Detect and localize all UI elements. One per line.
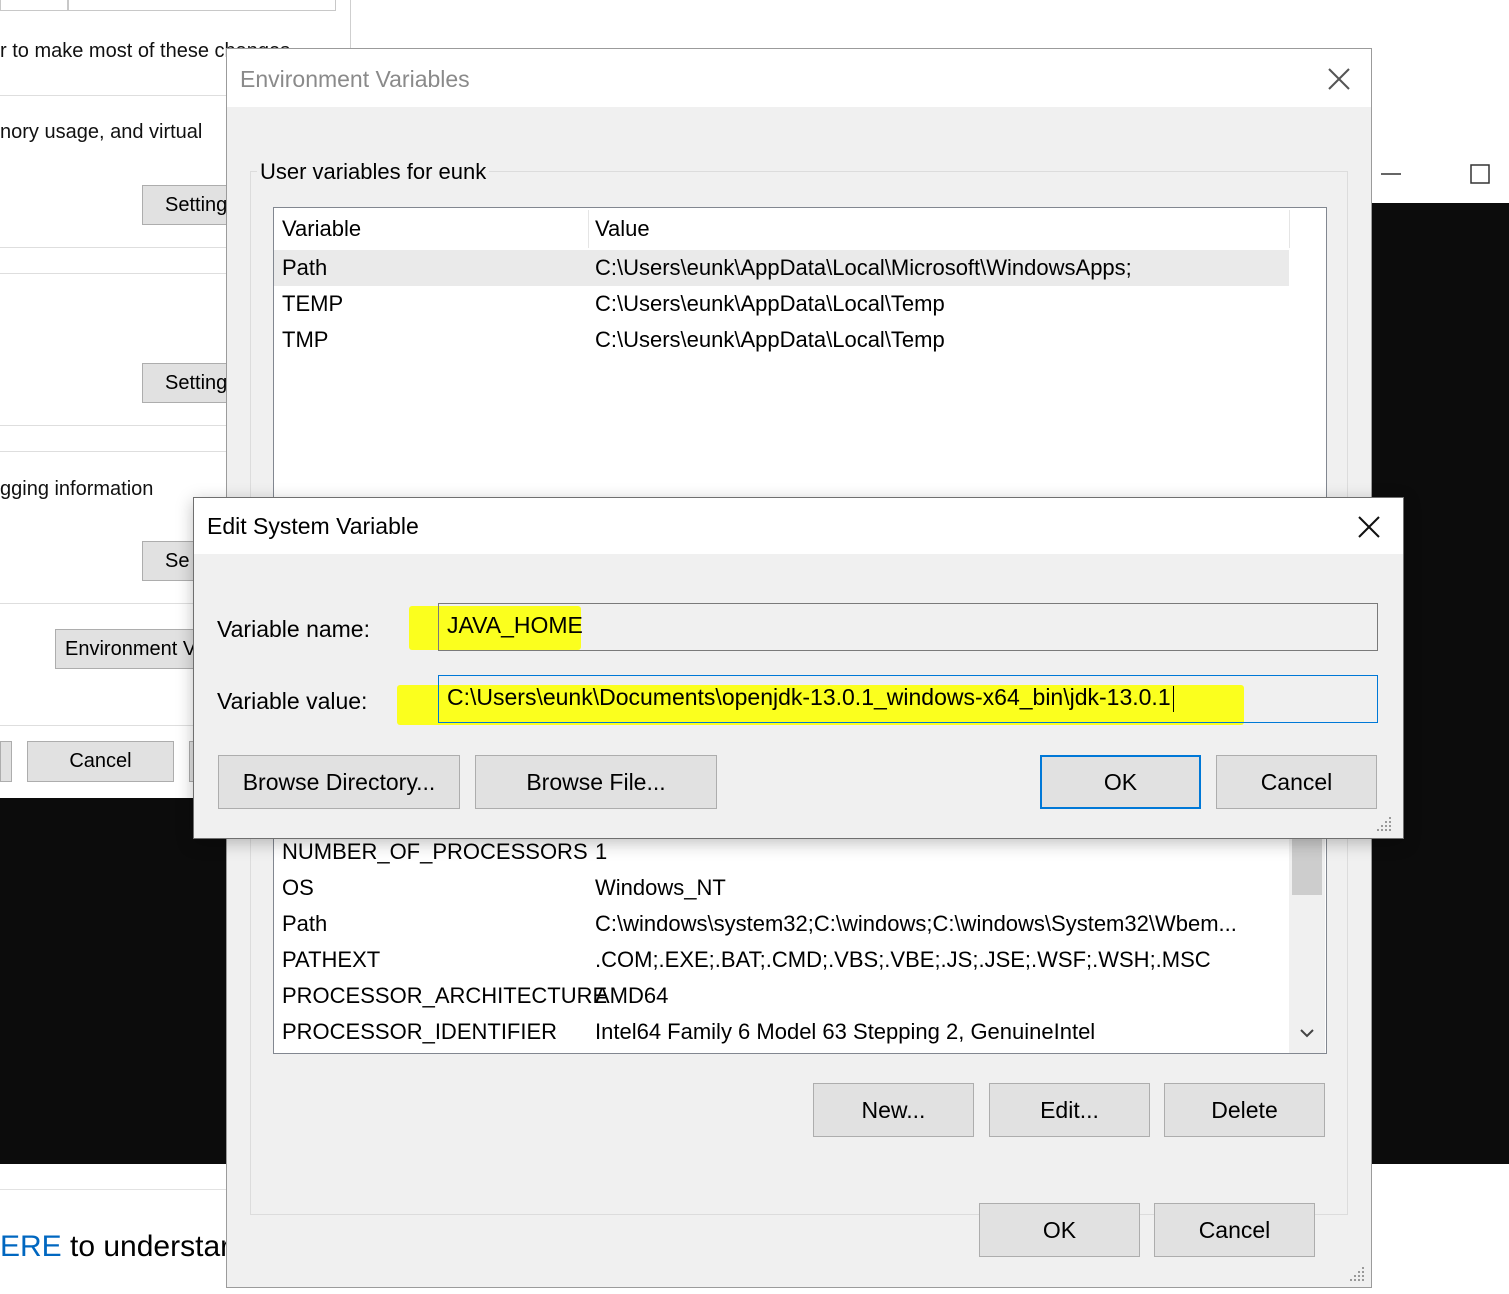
edit-ok-button[interactable]: OK xyxy=(1040,755,1201,809)
column-header-value[interactable]: Value xyxy=(595,216,650,242)
bg-text-line: nory usage, and virtual xyxy=(0,121,203,143)
resize-grip-icon[interactable] xyxy=(1347,1264,1367,1284)
table-row[interactable]: TEMP C:\Users\eunk\AppData\Local\Temp xyxy=(274,286,1289,322)
variable-value-value: C:\Users\eunk\Documents\openjdk-13.0.1_w… xyxy=(447,684,1171,710)
variable-name-cell: TEMP xyxy=(282,291,344,316)
browse-file-button[interactable]: Browse File... xyxy=(475,755,717,809)
variable-value-cell: Windows_NT xyxy=(595,875,726,900)
resize-grip-icon[interactable] xyxy=(1374,814,1394,834)
bottom-page-strip: ERE to understar xyxy=(0,1164,230,1294)
variable-name-cell: TMP xyxy=(282,327,329,352)
variable-name-label: Variable name: xyxy=(217,616,370,642)
variable-value-cell: AMD64 xyxy=(595,983,669,1008)
bg-tab-right[interactable] xyxy=(68,0,336,11)
variable-name-cell: Path xyxy=(282,255,328,280)
column-separator[interactable] xyxy=(588,210,589,248)
edit-system-variable-dialog: Edit System Variable Variable name: Vari… xyxy=(193,497,1404,839)
variable-value-cell: C:\windows\system32;C:\windows;C:\window… xyxy=(595,911,1237,936)
new-system-variable-button[interactable]: New... xyxy=(813,1083,974,1137)
bg-ok-button[interactable] xyxy=(0,741,12,782)
table-row[interactable]: TMP C:\Users\eunk\AppData\Local\Temp xyxy=(274,322,1289,358)
variable-value-label: Variable value: xyxy=(217,688,368,714)
user-variables-list[interactable]: Variable Value Path C:\Users\eunk\AppDat… xyxy=(273,207,1327,507)
variable-value-cell: C:\Users\eunk\AppData\Local\Temp xyxy=(595,327,945,352)
console-window xyxy=(0,798,228,1164)
variable-value-cell: Intel64 Family 6 Model 63 Stepping 2, Ge… xyxy=(595,1019,1096,1044)
column-separator[interactable] xyxy=(1289,210,1290,248)
table-row[interactable]: OS Windows_NT xyxy=(274,870,1289,906)
variable-value-field[interactable]: C:\Users\eunk\Documents\openjdk-13.0.1_w… xyxy=(438,675,1378,723)
variable-name-cell: Path xyxy=(282,911,328,936)
user-variables-label: User variables for eunk xyxy=(257,159,490,185)
table-row[interactable]: NUMBER_OF_PROCESSORS 1 xyxy=(274,837,1289,870)
edit-cancel-button[interactable]: Cancel xyxy=(1216,755,1377,809)
variable-name-cell: PATHEXT xyxy=(282,947,381,972)
browse-directory-button[interactable]: Browse Directory... xyxy=(218,755,460,809)
vertical-scrollbar[interactable] xyxy=(1289,837,1325,1053)
bg-tab-left[interactable] xyxy=(0,0,68,11)
delete-system-variable-button[interactable]: Delete xyxy=(1164,1083,1325,1137)
variable-name-field[interactable]: JAVA_HOME xyxy=(438,603,1378,651)
variable-value-text: C:\Users\eunk\Documents\openjdk-13.0.1_w… xyxy=(447,684,1174,712)
variable-name-cell: PROCESSOR_IDENTIFIER xyxy=(282,1019,558,1044)
bg-text-line: gging information xyxy=(0,478,154,500)
console-titlebar xyxy=(1372,143,1509,204)
bottom-text-rest: to understar xyxy=(61,1230,231,1263)
chevron-down-icon[interactable] xyxy=(1297,1023,1317,1043)
variable-name-cell: PROCESSOR_ARCHITECTURE xyxy=(282,983,608,1008)
column-header-variable[interactable]: Variable xyxy=(282,216,361,242)
env-titlebar: Environment Variables xyxy=(227,49,1371,107)
table-row[interactable]: PATHEXT .COM;.EXE;.BAT;.CMD;.VBS;.VBE;.J… xyxy=(274,942,1289,978)
close-icon[interactable] xyxy=(1354,512,1384,542)
maximize-icon[interactable] xyxy=(1469,163,1491,185)
edit-dialog-title: Edit System Variable xyxy=(207,513,419,539)
table-row[interactable]: Path C:\Users\eunk\AppData\Local\Microso… xyxy=(274,250,1289,286)
minimize-icon[interactable] xyxy=(1380,163,1402,185)
variable-name-cell: NUMBER_OF_PROCESSORS xyxy=(282,839,588,864)
bg-cancel-button[interactable]: Cancel xyxy=(27,741,174,782)
scrollbar-thumb[interactable] xyxy=(1292,837,1322,895)
env-ok-button[interactable]: OK xyxy=(979,1203,1140,1257)
here-link[interactable]: ERE xyxy=(0,1230,62,1263)
env-window-title: Environment Variables xyxy=(240,66,470,92)
edit-dialog-titlebar: Edit System Variable xyxy=(194,498,1403,554)
system-variables-list[interactable]: NUMBER_OF_PROCESSORS 1 OS Windows_NT Pat… xyxy=(273,836,1327,1054)
list-header: Variable Value xyxy=(274,208,1290,248)
variable-name-cell: OS xyxy=(282,875,314,900)
table-row[interactable]: PROCESSOR_ARCHITECTURE AMD64 xyxy=(274,978,1289,1014)
text-caret xyxy=(1172,685,1174,712)
variable-value-cell: C:\Users\eunk\AppData\Local\Temp xyxy=(595,291,945,316)
table-row[interactable]: PROCESSOR_IDENTIFIER Intel64 Family 6 Mo… xyxy=(274,1014,1289,1050)
variable-value-cell: .COM;.EXE;.BAT;.CMD;.VBS;.VBE;.JS;.JSE;.… xyxy=(595,947,1211,972)
env-cancel-button[interactable]: Cancel xyxy=(1154,1203,1315,1257)
variable-value-cell: C:\Users\eunk\AppData\Local\Microsoft\Wi… xyxy=(595,255,1132,280)
variable-value-cell: 1 xyxy=(595,839,608,864)
bottom-text: ERE to understar xyxy=(0,1230,230,1264)
table-row[interactable]: Path C:\windows\system32;C:\windows;C:\w… xyxy=(274,906,1289,942)
edit-system-variable-button[interactable]: Edit... xyxy=(989,1083,1150,1137)
close-icon[interactable] xyxy=(1323,63,1355,95)
variable-name-value: JAVA_HOME xyxy=(447,612,583,638)
divider xyxy=(0,1189,228,1190)
